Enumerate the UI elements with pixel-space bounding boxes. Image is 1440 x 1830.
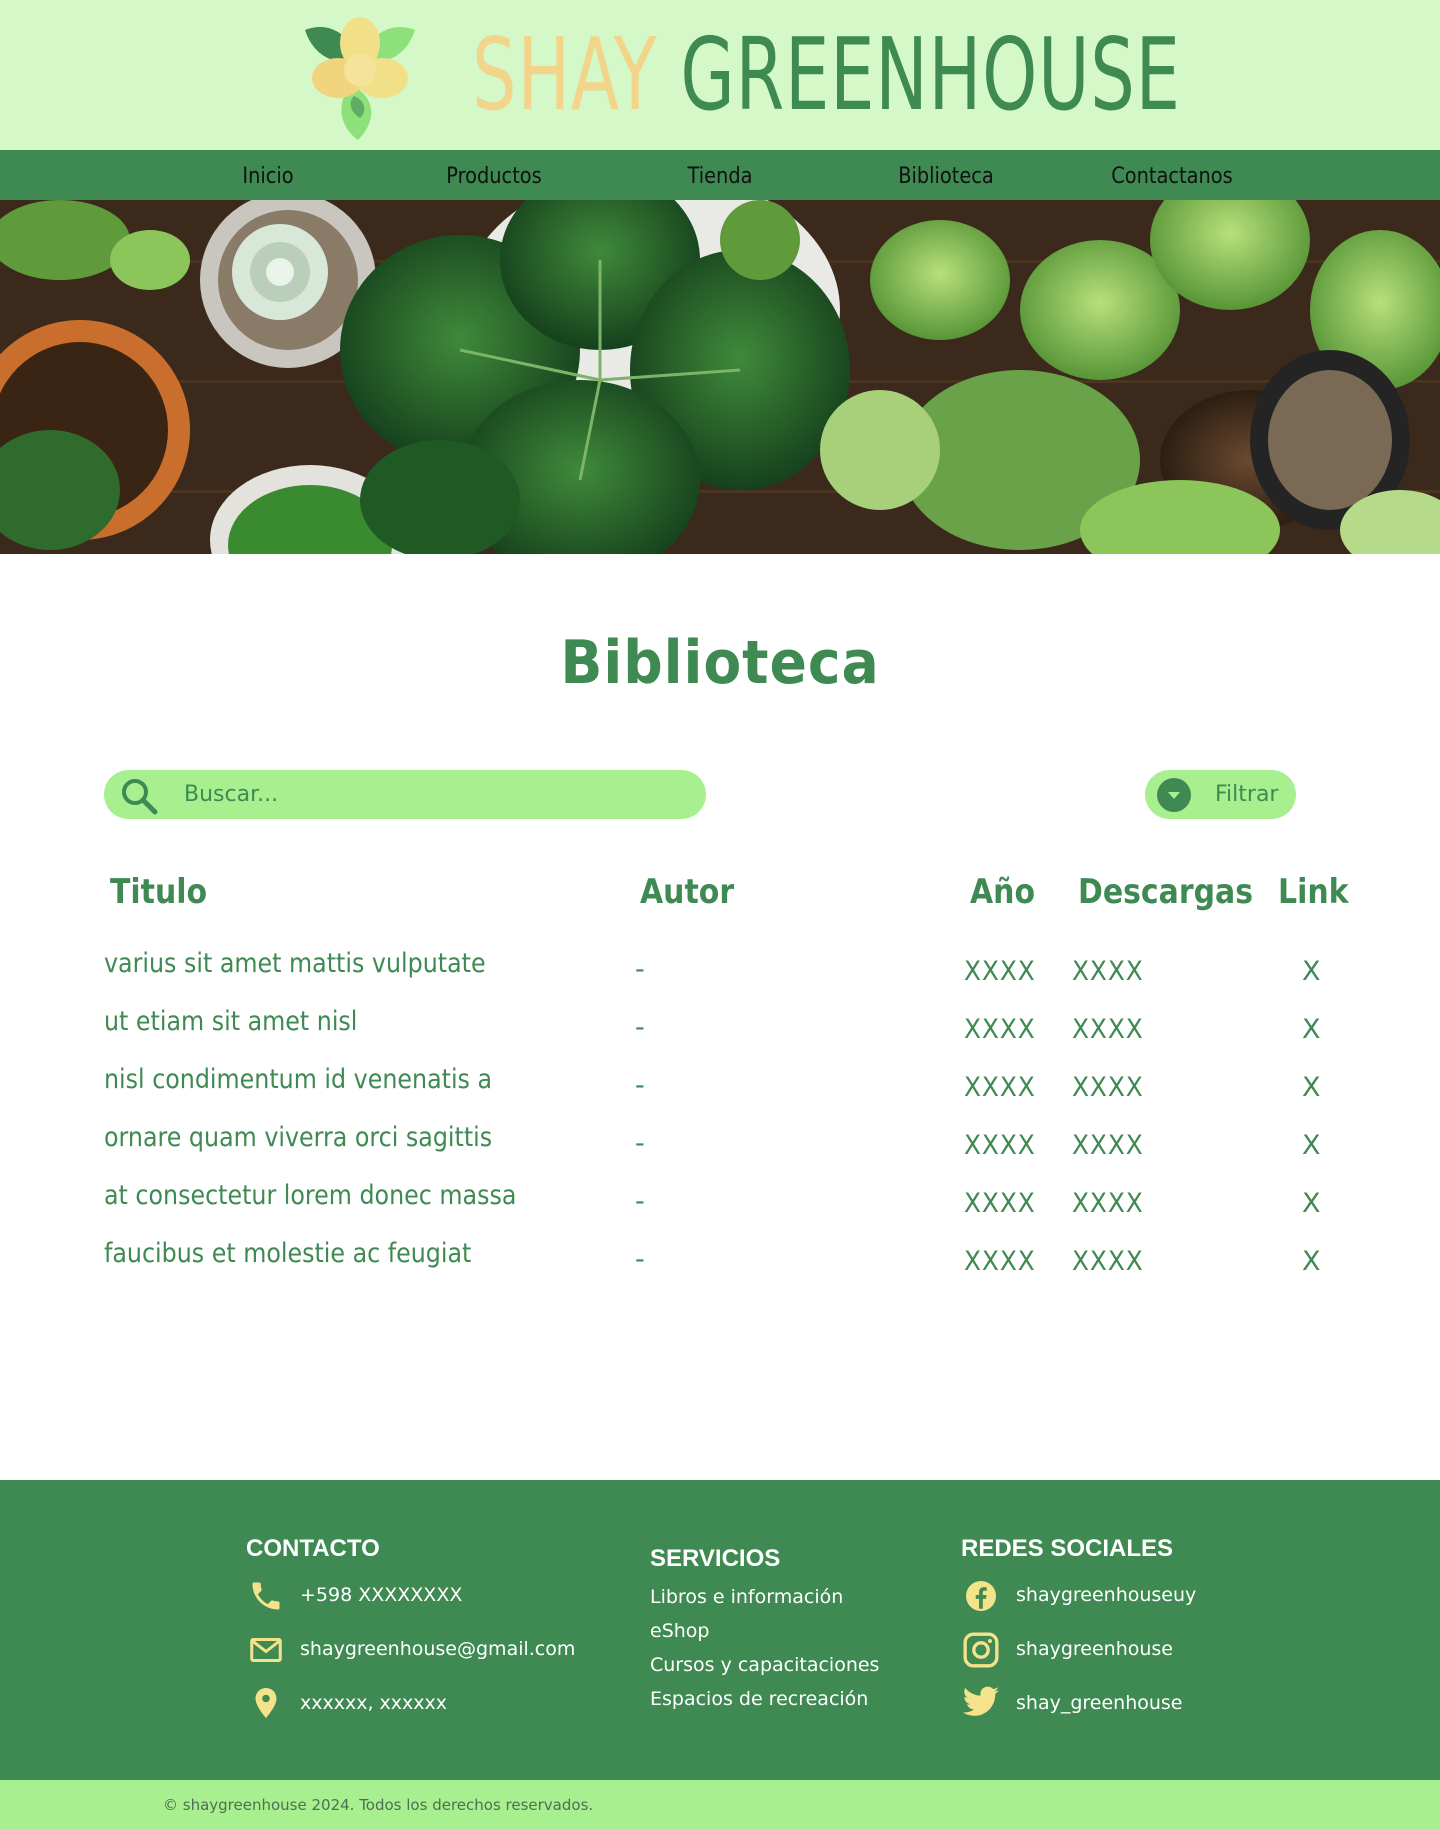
row-downloads: XXXX: [1072, 1014, 1144, 1045]
footer-contact-heading: CONTACTO: [246, 1535, 380, 1562]
main-nav: Inicio Productos Tienda Biblioteca Conta…: [0, 150, 1440, 200]
column-header-downloads[interactable]: Descargas: [1078, 872, 1253, 912]
row-link[interactable]: X: [1302, 1014, 1321, 1045]
brand-word-shay: SHAY: [472, 16, 658, 133]
search-icon[interactable]: [120, 777, 158, 815]
footer-facebook-handle[interactable]: shaygreenhouseuy: [1016, 1584, 1196, 1606]
row-title[interactable]: nisl condimentum id venenatis a: [104, 1064, 492, 1095]
row-downloads: XXXX: [1072, 1188, 1144, 1219]
row-author: -: [635, 954, 645, 985]
row-title[interactable]: ornare quam viverra orci sagittis: [104, 1122, 492, 1153]
row-link[interactable]: X: [1302, 956, 1321, 987]
row-downloads: XXXX: [1072, 1072, 1144, 1103]
nav-item-inicio[interactable]: Inicio: [226, 150, 310, 200]
copyright-text: © shaygreenhouse 2024. Todos los derecho…: [163, 1796, 594, 1814]
flower-logo-icon[interactable]: [290, 8, 430, 143]
chevron-down-icon: [1157, 778, 1191, 812]
row-title[interactable]: varius sit amet mattis vulputate: [104, 948, 486, 979]
filter-label: Filtrar: [1215, 782, 1279, 807]
row-downloads: XXXX: [1072, 956, 1144, 987]
row-year: XXXX: [964, 1246, 1036, 1277]
row-link[interactable]: X: [1302, 1072, 1321, 1103]
nav-item-tienda[interactable]: Tienda: [674, 150, 766, 200]
row-title[interactable]: ut etiam sit amet nisl: [104, 1006, 357, 1037]
location-pin-icon: [255, 1688, 277, 1718]
footer-address: xxxxxx, xxxxxx: [300, 1692, 448, 1714]
row-year: XXXX: [964, 1188, 1036, 1219]
brand-title[interactable]: SHAY GREENHOUSE: [472, 20, 1181, 130]
footer-phone[interactable]: +598 XXXXXXXX: [300, 1584, 462, 1606]
footer-email[interactable]: shaygreenhouse@gmail.com: [300, 1638, 575, 1660]
nav-item-productos[interactable]: Productos: [432, 150, 555, 200]
mail-icon: [250, 1638, 282, 1662]
footer-service-item[interactable]: Libros e información: [650, 1586, 843, 1608]
row-link[interactable]: X: [1302, 1130, 1321, 1161]
row-year: XXXX: [964, 1014, 1036, 1045]
row-year: XXXX: [964, 1130, 1036, 1161]
column-header-title[interactable]: Titulo: [110, 872, 207, 912]
row-author: -: [635, 1070, 645, 1101]
search-input[interactable]: [184, 770, 684, 819]
footer-service-item[interactable]: Cursos y capacitaciones: [650, 1654, 879, 1676]
row-title[interactable]: at consectetur lorem donec massa: [104, 1180, 516, 1211]
row-author: -: [635, 1012, 645, 1043]
footer-services-heading: SERVICIOS: [650, 1545, 781, 1572]
row-author: -: [635, 1186, 645, 1217]
nav-item-biblioteca[interactable]: Biblioteca: [890, 150, 1003, 200]
instagram-icon[interactable]: [961, 1630, 1001, 1670]
filter-button[interactable]: Filtrar: [1145, 770, 1296, 819]
footer-instagram-handle[interactable]: shaygreenhouse: [1016, 1638, 1173, 1660]
brand-word-greenhouse: GREENHOUSE: [680, 16, 1181, 133]
row-downloads: XXXX: [1072, 1246, 1144, 1277]
nav-item-contactanos[interactable]: Contactanos: [1105, 150, 1239, 200]
row-year: XXXX: [964, 956, 1036, 987]
twitter-icon[interactable]: [961, 1685, 1001, 1721]
footer-service-item[interactable]: Espacios de recreación: [650, 1688, 868, 1710]
footer-twitter-handle[interactable]: shay_greenhouse: [1016, 1692, 1183, 1714]
facebook-icon[interactable]: [963, 1578, 999, 1614]
site-footer: CONTACTO +598 XXXXXXXX shaygreenhouse@gm…: [0, 1480, 1440, 1780]
column-header-link[interactable]: Link: [1278, 872, 1349, 912]
footer-service-item[interactable]: eShop: [650, 1620, 709, 1642]
row-author: -: [635, 1128, 645, 1159]
row-link[interactable]: X: [1302, 1246, 1321, 1277]
row-downloads: XXXX: [1072, 1130, 1144, 1161]
column-header-author[interactable]: Autor: [640, 872, 734, 912]
row-author: -: [635, 1244, 645, 1275]
copyright-bar: © shaygreenhouse 2024. Todos los derecho…: [0, 1780, 1440, 1830]
row-link[interactable]: X: [1302, 1188, 1321, 1219]
row-title[interactable]: faucibus et molestie ac feugiat: [104, 1238, 471, 1269]
search-bar[interactable]: [104, 770, 706, 819]
page-title: Biblioteca: [560, 628, 880, 698]
footer-social-heading: REDES SOCIALES: [961, 1535, 1174, 1562]
site-header: SHAY GREENHOUSE: [0, 0, 1440, 150]
row-year: XXXX: [964, 1072, 1036, 1103]
phone-icon: [252, 1582, 280, 1610]
column-header-year[interactable]: Año: [970, 872, 1035, 912]
hero-plants-image: [0, 200, 1440, 554]
